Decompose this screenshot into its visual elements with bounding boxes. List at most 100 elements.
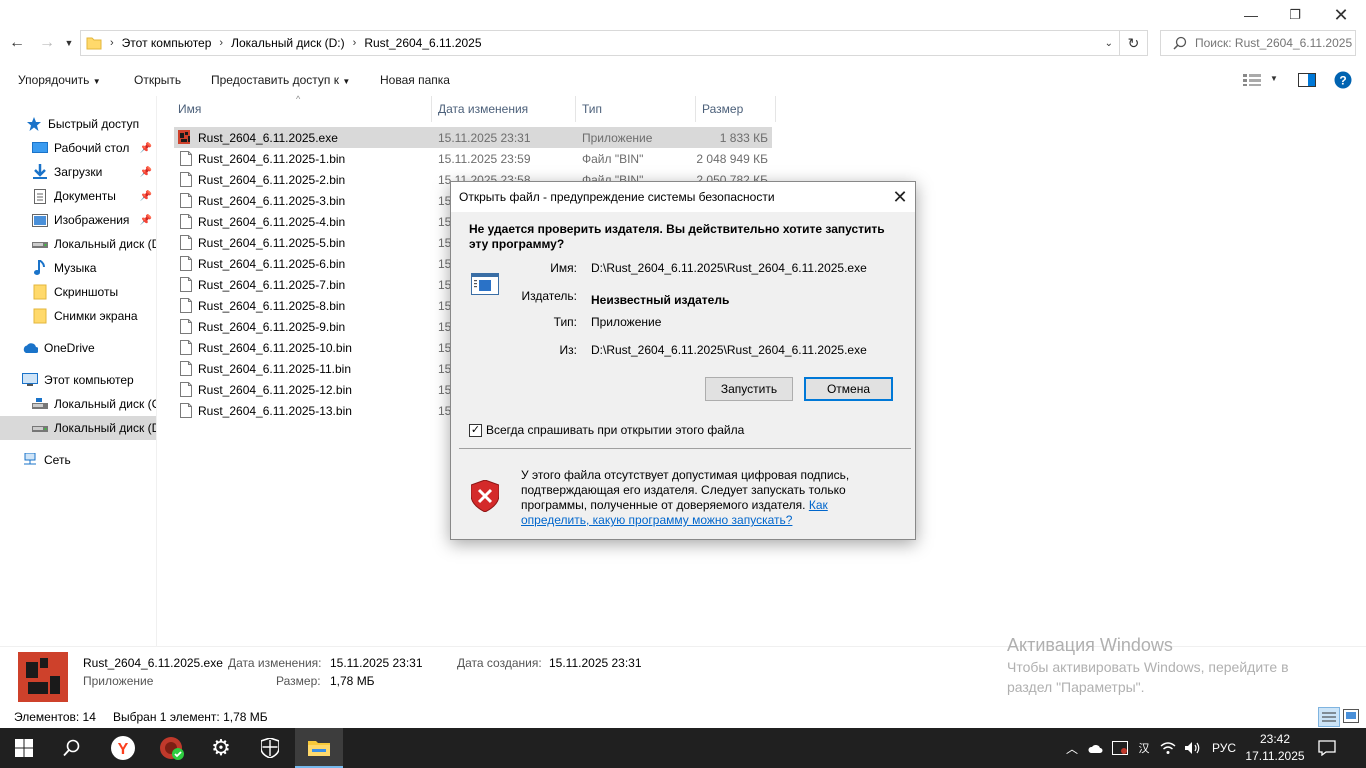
app-tray-icon[interactable] [1112, 740, 1128, 756]
rust-app-icon [18, 652, 68, 702]
arrow-left-icon: ← [9, 34, 25, 51]
nav-quick-access[interactable]: Быстрый доступ [26, 112, 156, 136]
start-button[interactable] [0, 728, 48, 768]
cancel-button[interactable]: Отмена [804, 377, 893, 401]
minimize-button[interactable]: — [1228, 4, 1274, 26]
nav-item-documents[interactable]: Документы 📌 [32, 184, 156, 208]
folder-icon [32, 284, 48, 300]
download-icon [32, 164, 48, 180]
nav-item-pictures[interactable]: Изображения 📌 [32, 208, 156, 232]
address-dropdown-icon[interactable]: ⌄ [1105, 38, 1113, 49]
nav-item-screenshots[interactable]: Скриншоты [32, 280, 156, 304]
shield-error-icon [471, 480, 499, 512]
column-header-size[interactable]: Размер [696, 96, 776, 122]
file-row[interactable]: Rust_2604_6.11.2025.exe 15.11.2025 23:31 П… [174, 127, 772, 148]
status-item-count: Элементов: 14 [14, 710, 96, 724]
search-input[interactable] [1195, 36, 1355, 50]
file-icon [180, 151, 192, 166]
details-view-icon[interactable] [1318, 707, 1340, 727]
column-header-type[interactable]: Тип [576, 96, 696, 122]
organize-button[interactable]: Упорядочить ▼ [18, 73, 101, 87]
breadcrumb-drive-d[interactable]: Локальный диск (D:) [231, 36, 345, 50]
forward-button[interactable]: → [36, 32, 58, 54]
activation-watermark-line1: Чтобы активировать Windows, перейдите в [1007, 659, 1289, 675]
status-selection: Выбран 1 элемент: 1,78 МБ [113, 710, 268, 724]
breadcrumb-this-pc[interactable]: Этот компьютер [122, 36, 212, 50]
file-icon [180, 172, 192, 187]
status-bar: Элементов: 14 Выбран 1 элемент: 1,78 МБ [0, 706, 1366, 728]
onedrive-tray-icon[interactable] [1088, 740, 1104, 756]
volume-icon[interactable] [1184, 740, 1200, 756]
wifi-icon[interactable] [1160, 740, 1176, 756]
column-header-name[interactable]: Имя [172, 96, 432, 122]
always-ask-checkbox-row[interactable]: ✓ Всегда спрашивать при открытии этого ф… [469, 423, 744, 437]
new-folder-button[interactable]: Новая папка [380, 73, 450, 87]
details-pane: Rust_2604_6.11.2025.exe Приложение Дата … [0, 635, 1366, 706]
signature-warning-text: У этого файла отсутствует допустимая циф… [521, 468, 891, 528]
nav-item-downloads[interactable]: Загрузки 📌 [32, 160, 156, 184]
nav-network[interactable]: Сеть [22, 448, 156, 472]
from-value: D:\Rust_2604_6.11.2025\Rust_2604_6.11.20… [591, 343, 867, 357]
breadcrumb-folder[interactable]: Rust_2604_6.11.2025 [364, 36, 481, 50]
ime-icon[interactable]: 汉 [1136, 740, 1152, 756]
search-taskbar-button[interactable] [48, 728, 96, 768]
pin-icon: 📌 [139, 190, 152, 202]
language-indicator[interactable]: РУС [1212, 741, 1236, 755]
clock-date[interactable]: 17.11.2025 [1242, 749, 1308, 763]
star-icon [26, 116, 42, 132]
always-ask-checkbox[interactable]: ✓ [469, 423, 482, 437]
address-box[interactable]: › Этот компьютер › Локальный диск (D:) ›… [80, 30, 1148, 56]
file-type: Приложение [582, 130, 653, 145]
search-icon [63, 739, 80, 757]
nav-onedrive[interactable]: OneDrive [22, 336, 156, 360]
notifications-icon[interactable] [1318, 739, 1336, 757]
back-button[interactable]: ← [6, 32, 28, 54]
recent-locations-button[interactable]: ▼ [62, 32, 76, 54]
close-icon: ✕ [1333, 4, 1349, 25]
file-date: 15.11.2025 23:31 [438, 130, 531, 145]
column-header-date[interactable]: Дата изменения [432, 96, 576, 122]
chevron-down-icon[interactable]: ▼ [1270, 74, 1278, 83]
refresh-button[interactable]: ↻ [1119, 31, 1147, 55]
pictures-icon [32, 212, 48, 228]
antivirus-app-button[interactable] [148, 728, 196, 768]
file-name: Rust_2604_6.11.2025-5.bin [198, 235, 346, 250]
help-icon[interactable]: ? [1334, 71, 1352, 89]
close-window-button[interactable]: ✕ [1318, 4, 1364, 26]
nav-drive-c[interactable]: Локальный диск (C:) [32, 392, 156, 416]
type-value: Приложение [591, 315, 662, 329]
maximize-button[interactable]: ❐ [1272, 4, 1318, 26]
view-options-icon[interactable] [1243, 74, 1261, 86]
nav-item-drive-d-quick[interactable]: Локальный диск (D:) [32, 232, 156, 256]
show-hidden-icons-icon[interactable]: ︿ [1064, 740, 1080, 756]
nav-item-music[interactable]: Музыка [32, 256, 156, 280]
address-bar-area: — ❐ ✕ ← → ▼ › Этот компьютер › Локальный… [0, 0, 1366, 64]
dialog-close-button[interactable]: ✕ [889, 186, 911, 208]
settings-button[interactable]: ⚙ [197, 728, 245, 768]
preview-pane-icon[interactable] [1298, 73, 1316, 87]
navigation-pane: Быстрый доступ Рабочий стол 📌 Загрузки 📌… [0, 96, 157, 646]
documents-icon [32, 188, 48, 204]
run-button[interactable]: Запустить [705, 377, 793, 401]
type-label: Тип: [553, 315, 577, 329]
share-button[interactable]: Предоставить доступ к ▼ [211, 73, 350, 87]
nav-item-desktop[interactable]: Рабочий стол 📌 [32, 136, 156, 160]
clock-time[interactable]: 23:42 [1252, 732, 1298, 746]
yandex-browser-icon: Y [111, 736, 135, 760]
file-row[interactable]: Rust_2604_6.11.2025-1.bin 15.11.2025 23:5… [174, 148, 772, 169]
nav-item-screen-captures[interactable]: Снимки экрана [32, 304, 156, 328]
yandex-browser-button[interactable]: Y [99, 728, 147, 768]
file-explorer-button[interactable] [295, 728, 343, 768]
nav-drive-d[interactable]: Локальный диск (D:) [0, 416, 156, 440]
nav-label: Сеть [44, 453, 71, 467]
file-icon [180, 382, 192, 397]
chevron-down-icon: ▼ [342, 77, 351, 86]
large-icons-view-icon[interactable] [1343, 709, 1359, 723]
file-name: Rust_2604_6.11.2025.exe [198, 130, 338, 145]
open-button[interactable]: Открыть [134, 73, 181, 87]
file-name: Rust_2604_6.11.2025-2.bin [198, 172, 346, 187]
security-button[interactable] [246, 728, 294, 768]
nav-this-pc[interactable]: Этот компьютер [22, 368, 156, 392]
search-box[interactable] [1160, 30, 1356, 56]
computer-icon [22, 372, 38, 388]
